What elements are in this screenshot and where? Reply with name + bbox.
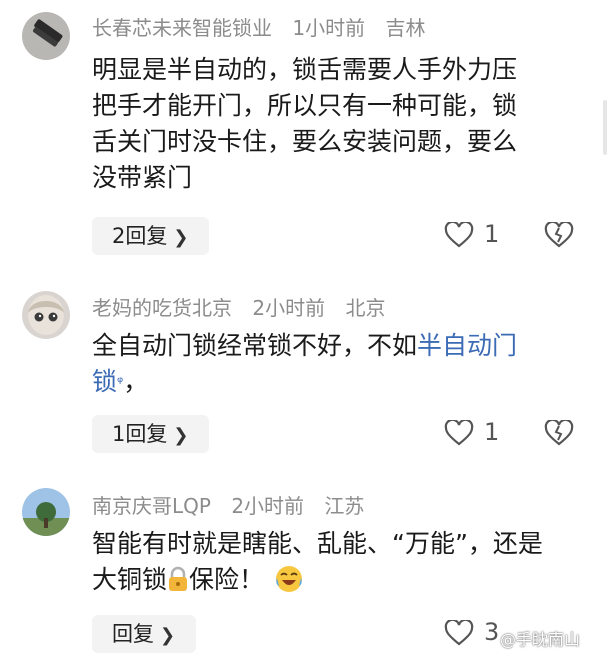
comment-meta: 长春芯未来智能锁业 1小时前 吉林: [92, 12, 439, 41]
comment-location: 北京: [345, 296, 386, 320]
comment-item: 长春芯未来智能锁业 1小时前 吉林 明显是半自动的，锁舌需要人手外力压 把手才能…: [0, 0, 608, 275]
comment-text: 明显是半自动的，锁舌需要人手外力压 把手才能开门，所以只有一种可能，锁 舌关门时…: [92, 55, 518, 192]
watermark: @手眈南山: [500, 630, 581, 649]
comment-text: 智能有时就是瞎能、乱能、“万能”，还是 大铜锁 保险！: [92, 529, 543, 594]
comment-item: 老妈的吃货北京 2小时前 北京 全自动门锁经常锁不好，不如半自动门 锁ᵠ， 1回…: [0, 280, 608, 460]
chevron-right-icon: ❯: [173, 425, 189, 446]
like-button[interactable]: 1: [444, 414, 524, 452]
comment-text: 全自动门锁经常锁不好，不如半自动门 锁ᵠ，: [92, 331, 518, 396]
dislike-button[interactable]: [544, 418, 574, 450]
comment-time: 2小时前: [252, 296, 326, 320]
comment-meta: 老妈的吃货北京 2小时前 北京: [92, 292, 399, 321]
broken-heart-icon: [544, 220, 574, 248]
heart-outline-icon: [444, 620, 474, 646]
search-link[interactable]: 锁: [92, 367, 117, 396]
like-count: 1: [484, 418, 500, 446]
search-link[interactable]: 半自动门: [417, 331, 517, 360]
avatar[interactable]: [22, 488, 70, 536]
author-name[interactable]: 老妈的吃货北京: [92, 296, 232, 320]
comment-meta: 南京庆哥LQP 2小时前 江苏: [92, 490, 378, 519]
author-name[interactable]: 南京庆哥LQP: [92, 494, 211, 518]
avatar[interactable]: [22, 12, 70, 60]
comment-time: 2小时前: [231, 494, 305, 518]
lock-emoji-icon: [167, 566, 189, 592]
reply-button[interactable]: 1回复 ❯: [92, 415, 209, 453]
chevron-right-icon: ❯: [160, 625, 176, 646]
avatar[interactable]: [22, 291, 70, 339]
reply-button[interactable]: 回复 ❯: [92, 615, 196, 653]
comment-location: 江苏: [324, 494, 365, 518]
like-count: 3: [484, 618, 500, 646]
like-button[interactable]: 1: [444, 216, 524, 254]
author-name[interactable]: 长春芯未来智能锁业: [92, 16, 272, 40]
chevron-right-icon: ❯: [173, 227, 189, 248]
comment-time: 1小时前: [292, 16, 366, 40]
laughing-crying-emoji-icon: [274, 564, 304, 594]
dislike-button[interactable]: [544, 220, 574, 252]
comment-location: 吉林: [385, 16, 426, 40]
like-count: 1: [484, 220, 500, 248]
reply-button[interactable]: 2回复 ❯: [92, 217, 209, 255]
heart-outline-icon: [444, 222, 474, 248]
broken-heart-icon: [544, 418, 574, 446]
heart-outline-icon: [444, 420, 474, 446]
